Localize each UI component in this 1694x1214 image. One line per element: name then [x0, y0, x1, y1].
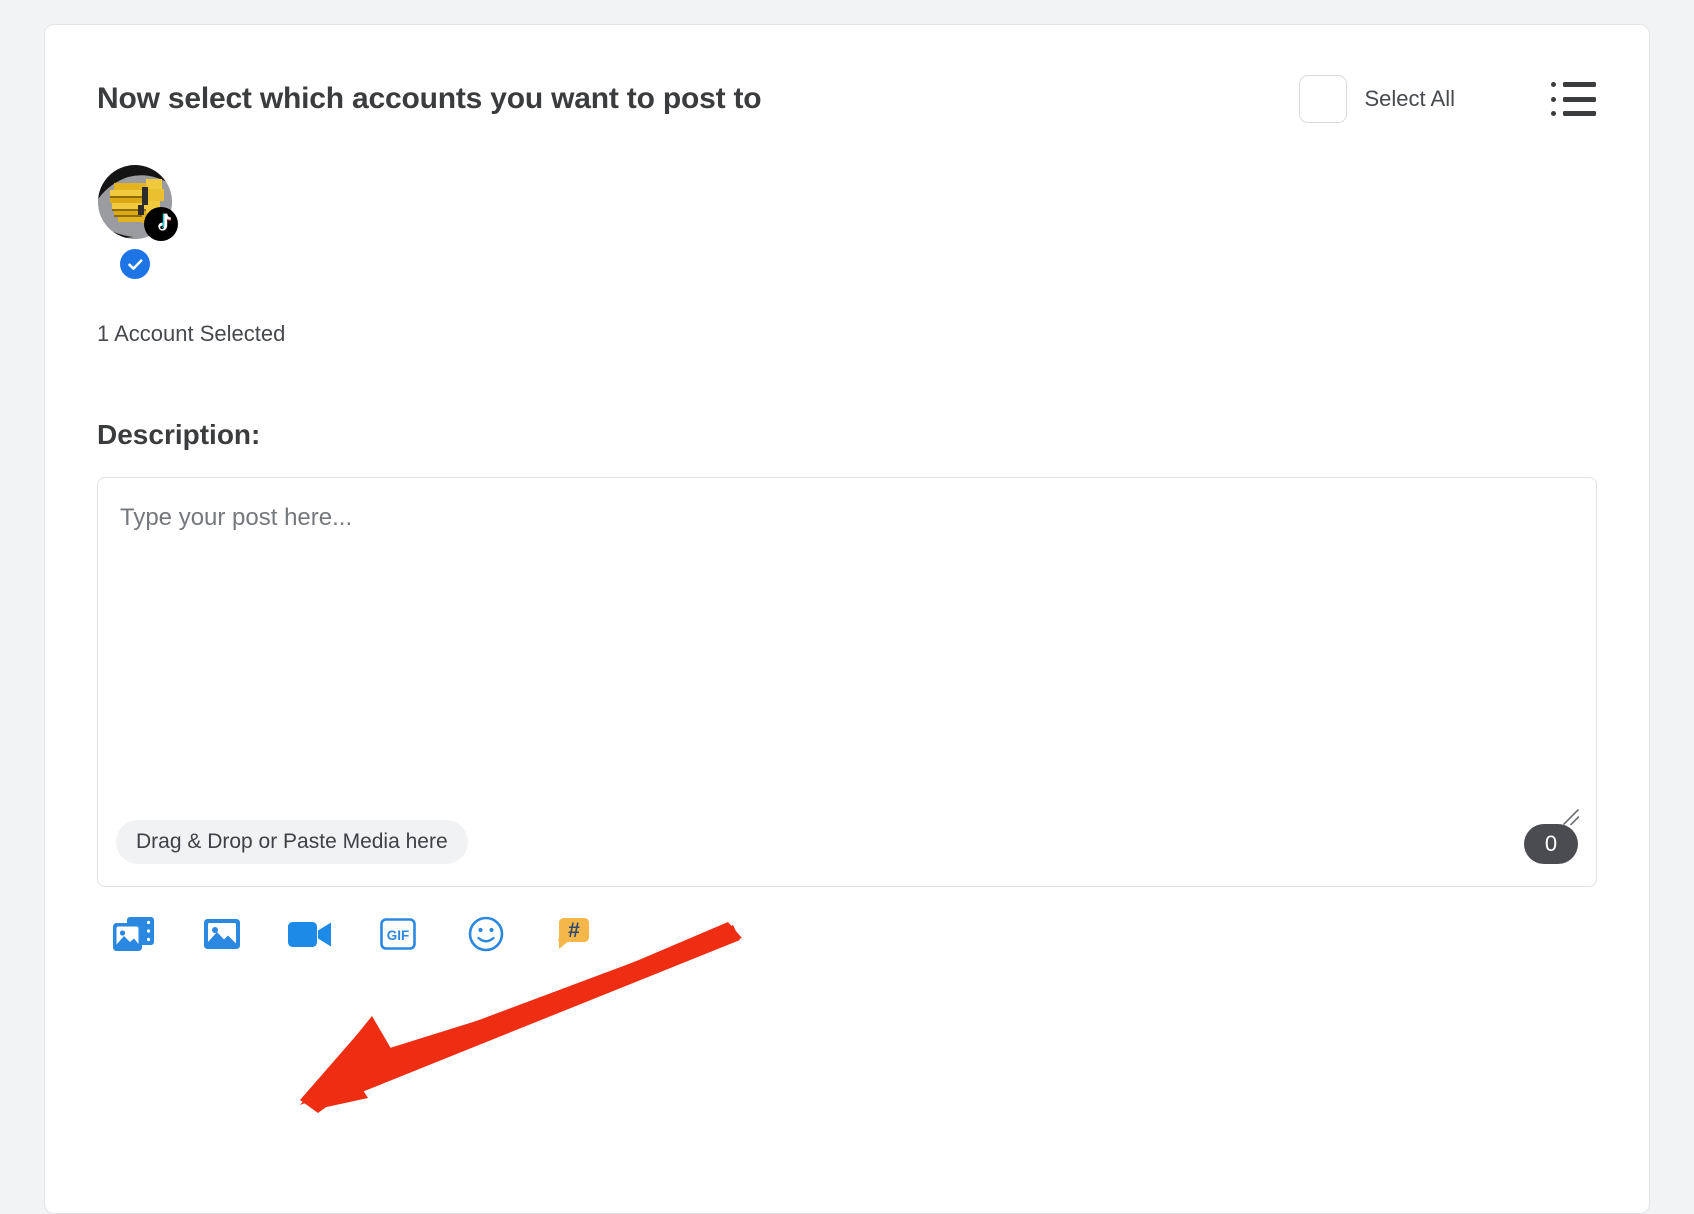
media-gallery-glyph	[113, 917, 154, 951]
video-camera-icon[interactable]	[285, 909, 335, 959]
header-controls: Select All	[1298, 75, 1598, 123]
list-icon-dot	[1551, 82, 1556, 87]
page-title: Now select which accounts you want to po…	[97, 82, 762, 115]
svg-text:#: #	[568, 919, 580, 942]
account-item-tiktok[interactable]	[97, 165, 178, 279]
hashtag-bubble-glyph: #	[558, 918, 589, 949]
smiley-glyph	[468, 916, 504, 952]
list-icon-row	[1551, 82, 1597, 87]
description-heading: Description:	[97, 419, 261, 450]
accounts-selected-summary: 1 Account Selected	[97, 321, 286, 346]
tiktok-icon	[144, 207, 178, 241]
card-header: Now select which accounts you want to po…	[97, 69, 1597, 129]
gif-glyph: GIF	[380, 918, 416, 950]
post-composer-card: Now select which accounts you want to po…	[44, 24, 1650, 1214]
description-textarea[interactable]: Type your post here... Drag & Drop or Pa…	[97, 477, 1597, 887]
account-selected-check-icon	[120, 249, 150, 279]
select-all-label: Select All	[1364, 86, 1456, 111]
composer-toolbar: GIF #	[97, 909, 1597, 959]
list-icon-row	[1551, 96, 1597, 102]
tiktok-note-glyph	[154, 213, 171, 231]
list-view-icon[interactable]	[1551, 82, 1597, 116]
media-count-badge: 0	[1524, 824, 1578, 864]
video-camera-glyph	[288, 922, 331, 947]
hashtag-icon[interactable]: #	[549, 909, 599, 959]
image-icon[interactable]	[197, 909, 247, 959]
description-placeholder: Type your post here...	[120, 504, 353, 531]
svg-text:GIF: GIF	[387, 928, 410, 943]
avatar	[98, 165, 178, 241]
accounts-list: 1 Account Selected	[97, 165, 1597, 346]
list-icon-bar	[1563, 96, 1596, 102]
image-glyph	[204, 919, 240, 949]
list-icon-dot	[1551, 96, 1556, 102]
gif-icon[interactable]: GIF	[373, 909, 423, 959]
emoji-smiley-icon[interactable]	[461, 909, 511, 959]
drag-drop-hint[interactable]: Drag & Drop or Paste Media here	[116, 820, 468, 864]
page-container: Now select which accounts you want to po…	[0, 0, 1694, 1214]
list-icon-bar	[1563, 82, 1596, 87]
list-icon-bar	[1563, 111, 1596, 116]
list-icon-dot	[1551, 111, 1556, 116]
list-icon-row	[1551, 111, 1597, 116]
select-all-checkbox[interactable]	[1298, 75, 1347, 123]
check-glyph	[127, 258, 142, 270]
media-gallery-icon[interactable]	[109, 909, 159, 959]
